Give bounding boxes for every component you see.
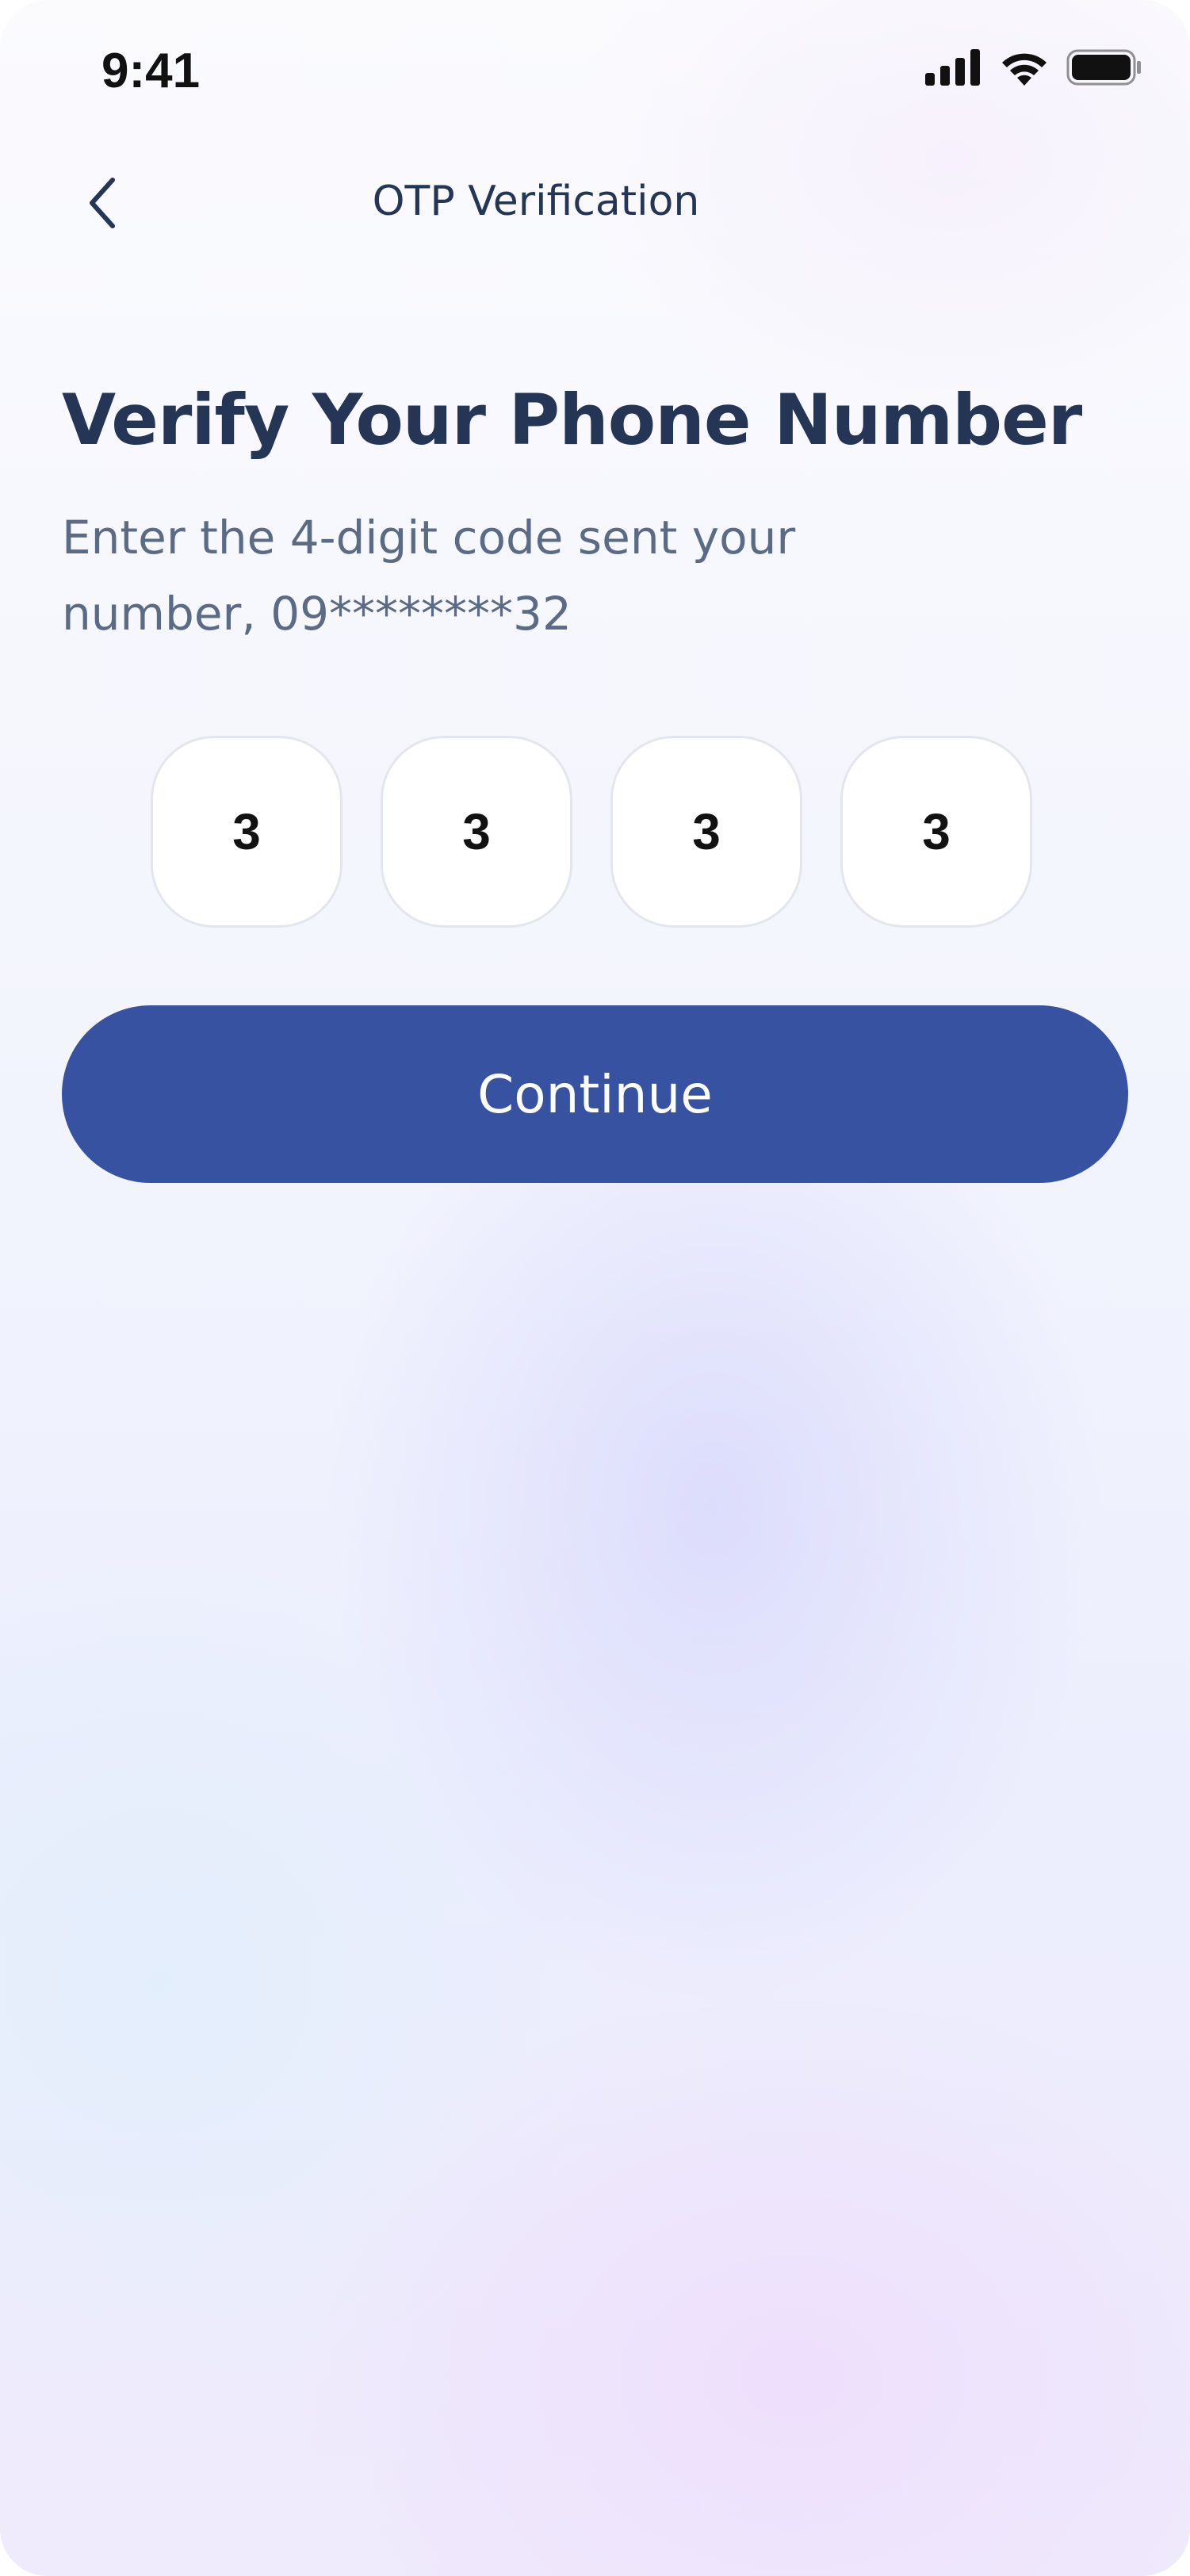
wifi-icon xyxy=(1000,49,1049,89)
page-title: OTP Verification xyxy=(372,178,700,225)
status-icons xyxy=(925,49,1142,89)
status-bar: 9:41 xyxy=(0,0,1190,143)
status-time: 9:41 xyxy=(101,44,201,98)
otp-verification-screen: 9:41 OTP Verification Verify Your Phone … xyxy=(0,0,1190,2576)
otp-input-group: 3 3 3 3 xyxy=(151,736,1032,928)
continue-button[interactable]: Continue xyxy=(62,1005,1128,1183)
cellular-signal-icon xyxy=(925,49,982,89)
otp-digit-2[interactable]: 3 xyxy=(381,736,572,928)
otp-digit-1[interactable]: 3 xyxy=(151,736,342,928)
subtitle: Enter the 4-digit code sent your number,… xyxy=(62,511,796,641)
heading: Verify Your Phone Number xyxy=(62,379,1082,461)
battery-icon xyxy=(1066,49,1142,89)
navigation-bar: OTP Verification xyxy=(0,159,1190,250)
otp-digit-3[interactable]: 3 xyxy=(610,736,802,928)
otp-digit-4[interactable]: 3 xyxy=(840,736,1032,928)
